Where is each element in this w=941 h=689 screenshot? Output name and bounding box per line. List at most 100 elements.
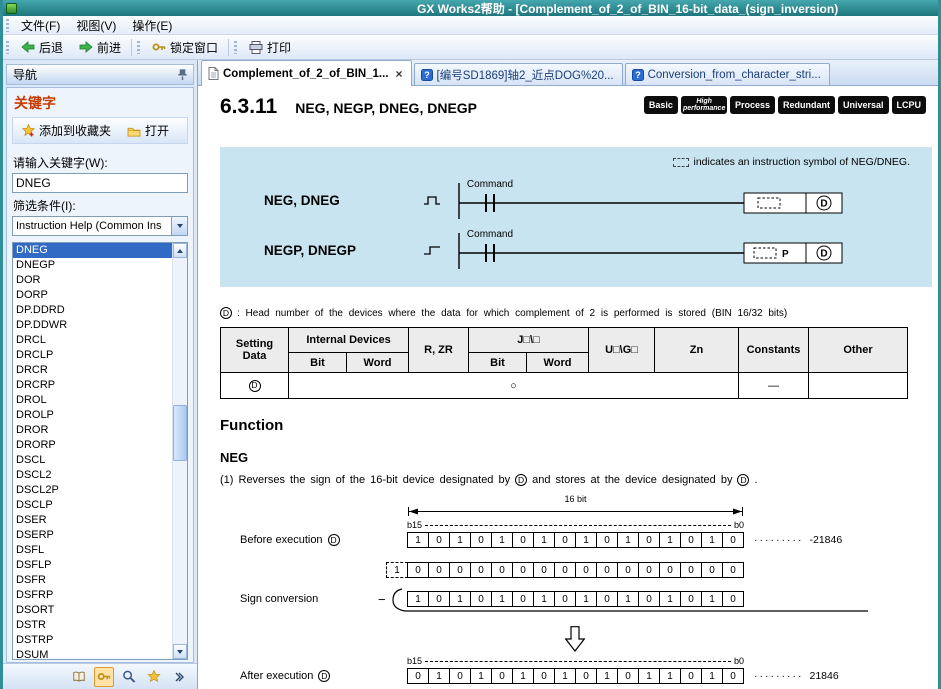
keyword-listbox: DNEGDNEGPDORDORPDP.DDRDDP.DDWRDRCLDRCLPD…: [12, 242, 188, 660]
keyword-list-item[interactable]: DSTRP: [13, 633, 172, 648]
bit-cell: 1: [617, 591, 639, 607]
circled-d-icon: D: [318, 670, 330, 682]
keyword-list-item[interactable]: DOR: [13, 273, 172, 288]
toolbar-grip: [137, 41, 140, 54]
keyword-list-item[interactable]: DSCL2: [13, 468, 172, 483]
keyword-list-item[interactable]: DROR: [13, 423, 172, 438]
minus-sign: −: [378, 591, 386, 607]
lock-window-button[interactable]: 锁定窗口: [144, 37, 226, 58]
tab-close-icon[interactable]: ×: [396, 67, 403, 81]
keyword-list-item[interactable]: DNEGP: [13, 258, 172, 273]
chevron-down-icon: [177, 224, 183, 228]
keyword-list-item[interactable]: DSCLP: [13, 498, 172, 513]
pin-icon[interactable]: [176, 68, 189, 81]
menu-file[interactable]: 文件(F): [13, 15, 68, 36]
applicable-devices-table: Setting Data Internal Devices R, ZR J□\□…: [220, 327, 908, 399]
filter-select[interactable]: Instruction Help (Common Ins: [12, 216, 188, 236]
print-button[interactable]: 打印: [241, 37, 299, 58]
keyword-list-item[interactable]: DSER: [13, 513, 172, 528]
menu-operate[interactable]: 操作(E): [124, 15, 180, 36]
keyword-list-item[interactable]: DROL: [13, 393, 172, 408]
scrollbar-thumb[interactable]: [173, 405, 187, 461]
scroll-up-button[interactable]: [173, 243, 187, 258]
toolbar-grip: [6, 19, 9, 32]
keyword-list-item[interactable]: DP.DDWR: [13, 318, 172, 333]
keyword-input[interactable]: [12, 173, 188, 193]
rising-edge-icon: [422, 243, 442, 257]
tab-sd1869[interactable]: ? [编号SD1869]轴2_近点DOG%20...: [414, 63, 623, 85]
tab-complement-of-2[interactable]: Complement_of_2_of_BIN_1... ×: [201, 60, 412, 86]
keyword-list-item[interactable]: DRORP: [13, 438, 172, 453]
keyword-list-item[interactable]: DSERP: [13, 528, 172, 543]
search-icon: [122, 670, 136, 683]
table-row: D ○ —: [221, 373, 908, 399]
toolbar: 后退 前进 锁定窗口 打印: [3, 35, 938, 60]
keyword-list-item[interactable]: DRCR: [13, 363, 172, 378]
span-arrow-icon: [407, 507, 744, 516]
bit-cell: 1: [449, 591, 471, 607]
keyword-mode-button[interactable]: [94, 667, 114, 687]
bit-cell: 0: [638, 562, 660, 578]
keyword-list-item[interactable]: DRCLP: [13, 348, 172, 363]
before-decimal-value: -21846: [809, 534, 842, 546]
keyword-list-item[interactable]: DSUM: [13, 648, 172, 659]
dot-leader: ·········: [754, 534, 803, 546]
add-to-favorites-button[interactable]: 添加到收藏夹: [15, 119, 118, 142]
platform-badge: Redundant: [778, 96, 835, 114]
keyword-list-item[interactable]: DNEG: [13, 243, 172, 258]
combo-dropdown-button[interactable]: [171, 217, 187, 235]
bit-cell: 0: [722, 591, 744, 607]
keyword-list-item[interactable]: DORP: [13, 288, 172, 303]
bit-cell: 0: [722, 532, 744, 548]
keyword-list-item[interactable]: DSFRP: [13, 588, 172, 603]
bit-cell: 1: [701, 532, 723, 548]
keyword-list-item[interactable]: DSTR: [13, 618, 172, 633]
contents-mode-button[interactable]: [69, 667, 89, 687]
zero-bit-cells: 0000000000000000: [407, 562, 744, 578]
keyword-list-item[interactable]: DSFL: [13, 543, 172, 558]
bit-cell: 0: [575, 668, 597, 684]
col-word: Word: [347, 353, 409, 373]
keyword-list-item[interactable]: DSORT: [13, 603, 172, 618]
platform-badge: Process: [730, 96, 775, 114]
chevron-down-icon: [177, 650, 183, 654]
menu-view[interactable]: 视图(V): [68, 15, 124, 36]
keyword-list-item[interactable]: DRCL: [13, 333, 172, 348]
tab-conversion[interactable]: ? Conversion_from_character_stri...: [625, 63, 830, 85]
device-note-text: : Head number of the devices where the d…: [237, 308, 787, 319]
bit-cell: 0: [680, 532, 702, 548]
col-setting-data: Setting Data: [221, 328, 289, 373]
toolbar-separator: [131, 39, 132, 56]
keyword-list-item[interactable]: DSFLP: [13, 558, 172, 573]
keyword-list-item[interactable]: DSFR: [13, 573, 172, 588]
bit-cell: 1: [596, 668, 618, 684]
ladder-row-negp: NEGP, DNEGP Command P: [264, 227, 928, 273]
dot-leader: ·········: [754, 670, 803, 682]
bit-cell: 0: [638, 532, 660, 548]
chevron-up-icon: [177, 249, 183, 253]
bit-cell: 0: [596, 562, 618, 578]
point1-text: (1) Reverses the sign of the 16-bit devi…: [220, 474, 510, 486]
page-title: NEG, NEGP, DNEG, DNEGP: [295, 100, 477, 116]
forward-button[interactable]: 前进: [71, 37, 129, 58]
keyword-list-item[interactable]: DSCL: [13, 453, 172, 468]
back-button[interactable]: 后退: [13, 37, 71, 58]
scrollbar-track[interactable]: [173, 258, 187, 644]
list-scrollbar[interactable]: [172, 243, 187, 659]
open-button[interactable]: 打开: [120, 119, 176, 142]
overflow-chevron-button[interactable]: [169, 667, 189, 687]
favorites-mode-button[interactable]: [144, 667, 164, 687]
b15-label: b15: [407, 656, 422, 666]
keyword-list-item[interactable]: DRCRP: [13, 378, 172, 393]
keyword-list-item[interactable]: DROLP: [13, 408, 172, 423]
filter-value: Instruction Help (Common Ins: [13, 220, 171, 232]
scroll-down-button[interactable]: [173, 644, 187, 659]
ladder-diagram: Command P D: [456, 227, 856, 273]
window-title: GX Works2帮助 - [Complement_of_2_of_BIN_16…: [417, 0, 937, 17]
subtrahend-row: 1010101010101010: [407, 591, 744, 607]
keyword-list-item[interactable]: DSCL2P: [13, 483, 172, 498]
search-mode-button[interactable]: [119, 667, 139, 687]
keyword-list-item[interactable]: DP.DDRD: [13, 303, 172, 318]
filter-label: 筛选条件(I):: [13, 197, 188, 214]
open-label: 打开: [145, 122, 169, 139]
